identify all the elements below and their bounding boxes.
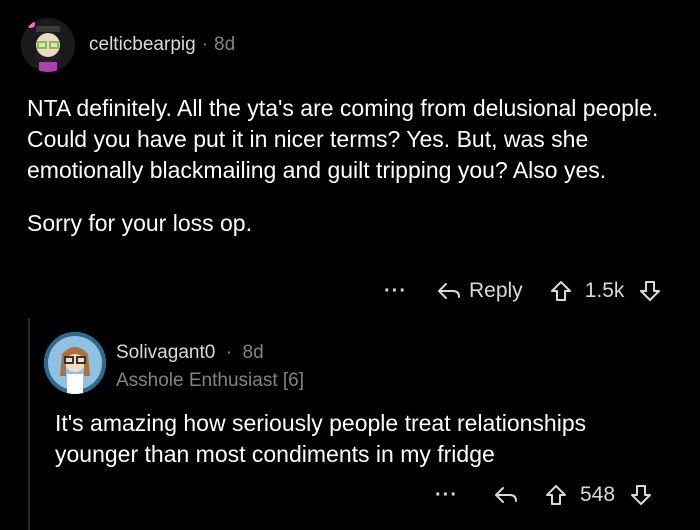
reply-label: Reply: [468, 279, 523, 302]
comment-age: 8d: [242, 342, 264, 363]
upvote-button[interactable]: [544, 483, 568, 507]
more-options-button[interactable]: ···: [384, 280, 407, 303]
reply-arrow-icon: [437, 283, 460, 299]
comment-body-paragraph-1: NTA definitely. All the yta's are coming…: [27, 95, 659, 183]
username[interactable]: celticbearpig: [89, 34, 196, 56]
avatar-icon: [21, 18, 75, 72]
more-options-button[interactable]: ···: [435, 484, 458, 507]
comment-body-paragraph-2: Sorry for your loss op.: [27, 210, 252, 236]
vote-count: 1.5k: [584, 279, 625, 302]
comment-actions: ··· Reply 1.5k: [384, 276, 684, 306]
upvote-button[interactable]: [549, 279, 573, 303]
username[interactable]: Solivagant0: [116, 342, 215, 363]
downvote-button[interactable]: [629, 483, 653, 507]
reply-button[interactable]: [494, 485, 518, 505]
avatar-icon: [44, 332, 106, 394]
reply-button[interactable]: Reply: [437, 279, 523, 303]
comment-body: It's amazing how seriously people treat …: [55, 410, 587, 467]
meta-separator: ·: [225, 342, 233, 363]
comment-actions: ··· 548: [435, 480, 685, 510]
user-avatar[interactable]: [21, 18, 75, 72]
meta-separator: ·: [201, 34, 208, 55]
user-avatar[interactable]: [44, 332, 106, 394]
reply-arrow-icon: [494, 487, 517, 503]
downvote-arrow-icon: [640, 281, 661, 301]
downvote-arrow-icon: [631, 485, 652, 505]
downvote-button[interactable]: [638, 279, 662, 303]
vote-count: 548: [579, 483, 616, 506]
upvote-arrow-icon: [550, 281, 571, 301]
thread-line: [28, 318, 30, 530]
user-flair: Asshole Enthusiast [6]: [116, 370, 304, 391]
comment-age: 8d: [214, 34, 236, 55]
upvote-arrow-icon: [545, 485, 566, 505]
